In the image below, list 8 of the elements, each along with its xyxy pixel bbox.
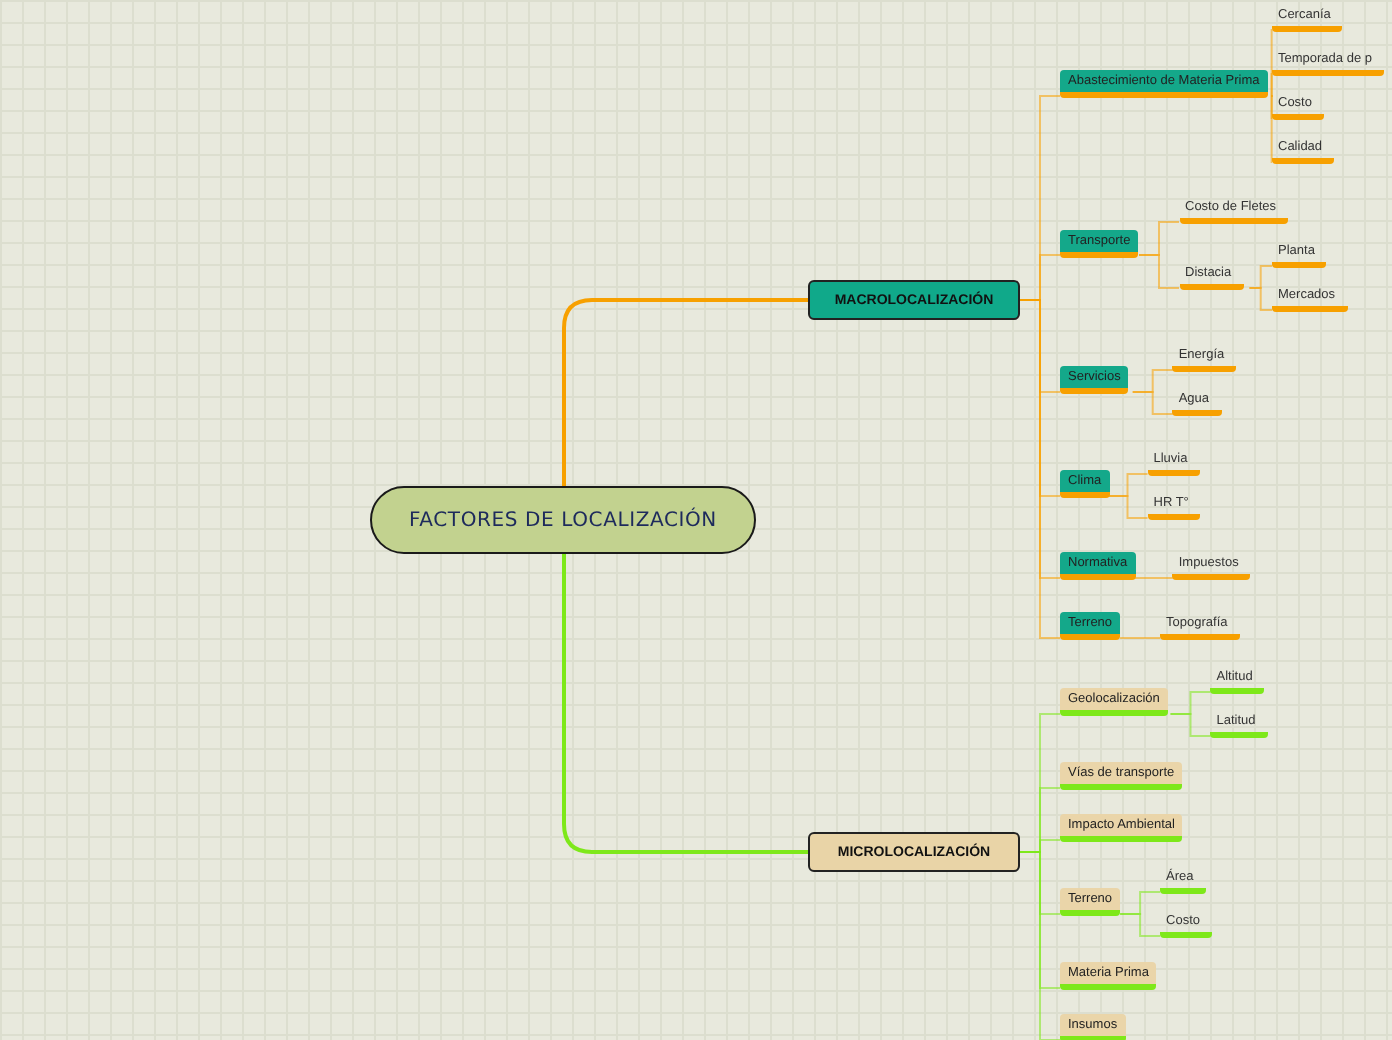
connector-line	[1119, 913, 1162, 937]
connector-line	[1138, 254, 1180, 289]
connector-line	[1119, 637, 1162, 639]
central-topic[interactable]: FACTORES DE LOCALIZACIÓN	[370, 486, 756, 554]
connector-line	[1106, 495, 1149, 519]
connector-line	[1169, 713, 1212, 737]
connector-line	[1248, 287, 1273, 311]
connector-line	[1131, 391, 1174, 415]
